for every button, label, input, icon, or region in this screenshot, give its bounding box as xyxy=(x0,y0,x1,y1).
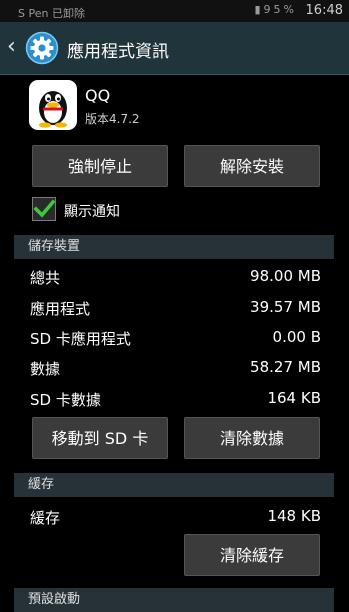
storage-row-value: 39.57 MB xyxy=(250,298,321,316)
cache-row-value: 148 KB xyxy=(267,507,321,525)
uninstall-button[interactable]: 解除安裝 xyxy=(184,145,320,187)
launch-by-default-section-header: 預設啟動 xyxy=(14,588,334,612)
storage-section-header: 儲存裝置 xyxy=(14,235,334,259)
status-icons: ▮95% xyxy=(254,3,297,16)
back-chevron-icon[interactable]: ‹ xyxy=(7,34,16,60)
checkmark-icon xyxy=(33,199,56,218)
status-bar: S Pen 已卸除 ▮95% 16:48 xyxy=(0,0,349,22)
cache-row-label: 緩存 xyxy=(30,509,61,527)
qq-penguin-icon xyxy=(29,80,77,130)
move-to-sd-button[interactable]: 移動到 SD 卡 xyxy=(32,417,168,459)
cache-row: 緩存 148 KB xyxy=(30,507,321,529)
show-notifications-checkbox[interactable] xyxy=(32,197,56,221)
storage-row-data: 數據 58.27 MB xyxy=(30,358,321,380)
storage-row-value: 98.00 MB xyxy=(250,267,321,285)
storage-row-label: 數據 xyxy=(30,360,61,378)
storage-row-sd-data: SD 卡數據 164 KB xyxy=(30,389,321,411)
status-time: 16:48 xyxy=(305,3,343,18)
gear-icon[interactable] xyxy=(25,31,59,65)
signal-icon: ▮ xyxy=(254,3,264,16)
page-title: 應用程式資訊 xyxy=(67,42,169,62)
app-name: QQ xyxy=(85,86,111,105)
storage-row-sd-application: SD 卡應用程式 0.00 B xyxy=(30,328,321,350)
clear-data-button[interactable]: 清除數據 xyxy=(184,417,320,459)
app-version: 版本4.7.2 xyxy=(85,112,140,126)
storage-row-application: 應用程式 39.57 MB xyxy=(30,298,321,320)
clear-cache-button[interactable]: 清除緩存 xyxy=(184,534,320,576)
status-notification: S Pen 已卸除 xyxy=(18,7,85,20)
storage-row-label: SD 卡數據 xyxy=(30,391,101,409)
storage-row-label: SD 卡應用程式 xyxy=(30,330,131,348)
cache-section-header: 緩存 xyxy=(14,473,334,497)
battery-percent: 95% xyxy=(263,3,297,16)
show-notifications-label: 顯示通知 xyxy=(64,204,120,220)
action-bar: ‹ 應用程式資訊 xyxy=(0,22,349,75)
storage-row-total: 總共 98.00 MB xyxy=(30,267,321,289)
storage-row-value: 58.27 MB xyxy=(250,358,321,376)
storage-row-label: 總共 xyxy=(30,269,61,287)
force-stop-button[interactable]: 強制停止 xyxy=(32,145,168,187)
storage-row-value: 164 KB xyxy=(267,389,321,407)
storage-row-value: 0.00 B xyxy=(272,328,321,346)
storage-row-label: 應用程式 xyxy=(30,300,91,318)
